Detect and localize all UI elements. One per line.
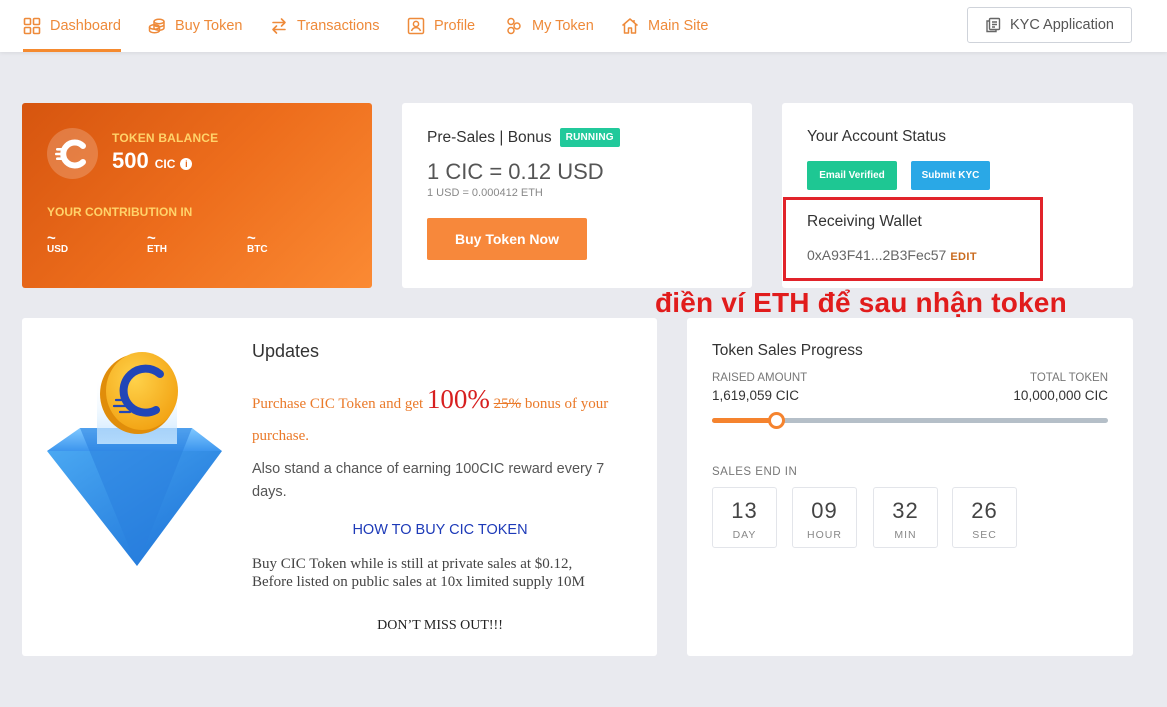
raised-amount-value: 1,619,059 CIC bbox=[712, 388, 800, 403]
nav-transactions[interactable]: Transactions bbox=[270, 0, 379, 52]
nav-main-site[interactable]: Main Site bbox=[621, 0, 708, 52]
edit-wallet-link[interactable]: EDIT bbox=[950, 251, 977, 263]
countdown-hours: 09 HOUR bbox=[792, 487, 857, 548]
contribution-btc-name: BTC bbox=[247, 244, 268, 255]
token-balance-amount: 500 bbox=[112, 148, 149, 173]
annotation-text: điền ví ETH để sau nhận token bbox=[655, 287, 1067, 318]
contribution-eth-name: ETH bbox=[147, 244, 167, 255]
countdown-minutes-unit: MIN bbox=[894, 529, 917, 541]
kyc-button-label: KYC Application bbox=[1010, 17, 1114, 33]
submit-kyc-button[interactable]: Submit KYC bbox=[911, 161, 990, 190]
top-navigation: Dashboard Buy Token Transactions Profile… bbox=[0, 0, 1167, 52]
sales-progress-bar bbox=[712, 412, 1108, 429]
promo-bonus-percent: 100% bbox=[426, 384, 490, 414]
presale-title-text: Pre-Sales | Bonus bbox=[427, 128, 552, 146]
cic-coin-badge bbox=[47, 128, 98, 179]
token-rate-eth: 1 USD = 0.000412 ETH bbox=[427, 187, 543, 199]
reward-chance-text: Also stand a chance of earning 100CIC re… bbox=[252, 461, 605, 501]
updates-title: Updates bbox=[252, 341, 320, 361]
sales-progress-handle[interactable] bbox=[768, 412, 786, 429]
raised-amount-label: RAISED AMOUNT bbox=[712, 372, 808, 384]
sales-progress-fill bbox=[712, 418, 777, 423]
receiving-wallet-row: 0xA93F41...2B3Fec57 EDIT bbox=[807, 247, 977, 263]
updates-card: Updates Purchase CIC Token and get 100% … bbox=[22, 318, 657, 656]
nav-buy-token-label: Buy Token bbox=[175, 18, 243, 34]
contribution-btc: ~ BTC bbox=[247, 230, 268, 255]
dont-miss-out-text: DON’T MISS OUT!!! bbox=[377, 618, 503, 633]
nav-profile[interactable]: Profile bbox=[407, 0, 475, 52]
countdown-seconds: 26 SEC bbox=[952, 487, 1017, 548]
presale-card: Pre-Sales | Bonus RUNNING 1 CIC = 0.12 U… bbox=[402, 103, 752, 288]
token-balance-unit: CIC bbox=[154, 157, 176, 171]
total-token-value: 10,000,000 CIC bbox=[1013, 388, 1108, 403]
home-icon bbox=[622, 18, 638, 34]
account-status-title: Your Account Status bbox=[807, 128, 947, 145]
cic-coin-pyramid-illustration bbox=[47, 352, 222, 566]
countdown-hours-unit: HOUR bbox=[807, 529, 842, 541]
profile-icon bbox=[407, 17, 425, 35]
total-token-label: TOTAL TOKEN bbox=[1030, 372, 1108, 384]
nav-buy-token[interactable]: Buy Token bbox=[148, 0, 242, 52]
token-sales-progress-card: Token Sales Progress RAISED AMOUNT 1,619… bbox=[687, 318, 1133, 656]
sales-end-label: SALES END IN bbox=[712, 466, 798, 478]
countdown-days-unit: DAY bbox=[732, 529, 757, 541]
buy-token-now-button[interactable]: Buy Token Now bbox=[427, 218, 587, 260]
private-sale-line-2: Before listed on public sales at 10x lim… bbox=[252, 574, 585, 590]
progress-title: Token Sales Progress bbox=[712, 342, 863, 359]
wallet-address: 0xA93F41...2B3Fec57 bbox=[807, 247, 947, 263]
countdown-hours-value: 09 bbox=[811, 498, 838, 523]
nav-my-token-label: My Token bbox=[532, 18, 594, 34]
promo-old-percent: 25% bbox=[493, 396, 522, 412]
contribution-usd-name: USD bbox=[47, 244, 69, 255]
cic-logo-icon bbox=[54, 139, 86, 168]
contribution-eth: ~ ETH bbox=[147, 230, 167, 255]
running-badge: RUNNING bbox=[559, 128, 620, 147]
account-status-card: Your Account Status Email Verified Submi… bbox=[782, 103, 1133, 288]
nav-my-token[interactable]: My Token bbox=[505, 0, 594, 52]
nav-dashboard-label: Dashboard bbox=[50, 18, 121, 34]
token-balance-value: 500 CIC i bbox=[112, 148, 193, 174]
contribution-usd-value: ~ bbox=[47, 230, 56, 247]
countdown-minutes-value: 32 bbox=[892, 498, 919, 523]
nav-transactions-label: Transactions bbox=[297, 18, 380, 34]
coins-icon bbox=[148, 18, 165, 34]
dashboard-icon bbox=[23, 17, 41, 35]
bonus-promo-text: Purchase CIC Token and get 100% 25% bonu… bbox=[252, 376, 632, 450]
nav-main-site-label: Main Site bbox=[648, 18, 709, 34]
countdown-days: 13 DAY bbox=[712, 487, 777, 548]
contribution-eth-value: ~ bbox=[147, 230, 156, 247]
how-to-buy-link[interactable]: HOW TO BUY CIC TOKEN bbox=[252, 522, 628, 538]
countdown-minutes: 32 MIN bbox=[873, 487, 938, 548]
receiving-wallet-title: Receiving Wallet bbox=[807, 213, 922, 230]
countdown-seconds-value: 26 bbox=[971, 498, 998, 523]
nav-dashboard[interactable]: Dashboard bbox=[23, 0, 121, 52]
countdown-days-value: 13 bbox=[731, 498, 758, 523]
countdown-seconds-unit: SEC bbox=[972, 529, 997, 541]
private-sale-line-1: Buy CIC Token while is still at private … bbox=[252, 556, 573, 572]
nav-profile-label: Profile bbox=[434, 18, 476, 34]
document-copy-icon bbox=[986, 17, 1001, 33]
presale-title: Pre-Sales | Bonus RUNNING bbox=[427, 128, 620, 147]
email-verified-badge: Email Verified bbox=[807, 161, 897, 190]
kyc-application-button[interactable]: KYC Application bbox=[967, 7, 1132, 43]
token-rate: 1 CIC = 0.12 USD bbox=[427, 159, 604, 184]
promo-prefix: Purchase CIC Token and get bbox=[252, 396, 427, 412]
contribution-label: YOUR CONTRIBUTION IN bbox=[47, 205, 193, 219]
private-sale-text: Buy CIC Token while is still at private … bbox=[252, 555, 632, 591]
transfer-arrows-icon bbox=[272, 18, 286, 34]
token-balance-label: TOKEN BALANCE bbox=[112, 131, 219, 145]
token-stack-icon bbox=[507, 17, 521, 35]
token-balance-card: TOKEN BALANCE 500 CIC i YOUR CONTRIBUTIO… bbox=[22, 103, 372, 288]
contribution-usd: ~ USD bbox=[47, 230, 69, 255]
info-icon[interactable]: i bbox=[180, 158, 193, 170]
contribution-btc-value: ~ bbox=[247, 230, 256, 247]
